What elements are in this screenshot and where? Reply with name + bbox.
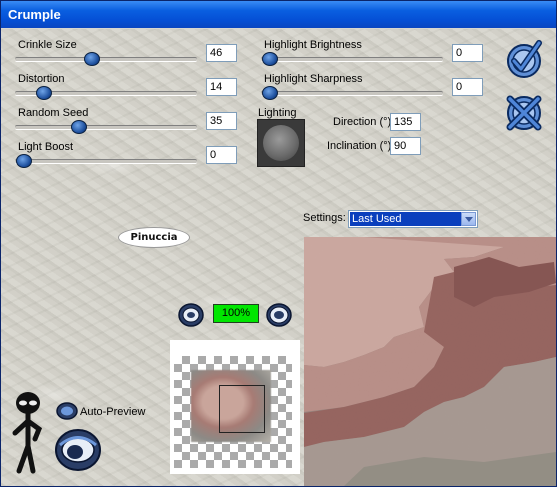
slider-thumb[interactable] <box>16 154 32 168</box>
distortion-field[interactable]: 14 <box>206 78 237 96</box>
large-preview-image[interactable] <box>304 237 556 486</box>
lighting-picker[interactable] <box>257 119 305 167</box>
transparency-checkerboard <box>174 356 292 468</box>
zoom-out-icon <box>178 303 204 327</box>
random-seed-field[interactable]: 35 <box>206 112 237 130</box>
inclination-field[interactable]: 90 <box>390 137 421 155</box>
slider-thumb[interactable] <box>262 86 278 100</box>
random-seed-slider[interactable] <box>15 120 197 134</box>
distortion-slider[interactable] <box>15 86 197 100</box>
highlight-sharpness-field[interactable]: 0 <box>452 78 483 96</box>
zoom-in-icon <box>266 303 292 327</box>
slider-thumb[interactable] <box>84 52 101 66</box>
eye-icon <box>55 429 101 471</box>
window-title: Crumple <box>8 7 61 22</box>
highlight-brightness-field[interactable]: 0 <box>452 44 483 62</box>
lighting-sphere <box>263 125 299 161</box>
direction-field[interactable]: 135 <box>390 113 421 131</box>
light-boost-field[interactable]: 0 <box>206 146 237 164</box>
zoom-in-button[interactable] <box>265 301 293 332</box>
crinkle-size-label: Crinkle Size <box>18 39 77 51</box>
highlight-sharpness-label: Highlight Sharpness <box>264 73 363 85</box>
light-boost-label: Light Boost <box>18 141 74 153</box>
toggle-icon <box>56 402 78 420</box>
crumple-dialog: Crumple Crinkle Size 46 Distortion 14 Ra… <box>0 0 557 487</box>
checkmark-icon <box>507 40 542 78</box>
preview-button[interactable] <box>53 425 103 478</box>
navigator-preview[interactable] <box>170 340 300 474</box>
chevron-down-icon[interactable] <box>461 212 476 226</box>
settings-dropdown[interactable]: Last Used <box>348 210 478 228</box>
navigator-view-rectangle[interactable] <box>219 385 265 433</box>
highlight-sharpness-slider[interactable] <box>261 86 443 100</box>
settings-label: Settings: <box>303 212 346 224</box>
slider-thumb[interactable] <box>262 52 278 66</box>
cancel-button[interactable] <box>504 93 544 133</box>
highlight-brightness-label: Highlight Brightness <box>264 39 362 51</box>
crinkle-size-slider[interactable] <box>15 52 197 66</box>
auto-preview-label: Auto-Preview <box>80 406 146 418</box>
auto-preview-toggle[interactable] <box>56 401 78 424</box>
preview-render <box>304 237 556 486</box>
zoom-out-button[interactable] <box>177 301 205 332</box>
title-bar: Crumple <box>1 1 556 28</box>
random-seed-label: Random Seed <box>18 107 89 119</box>
zoom-level: 100% <box>213 304 259 323</box>
distortion-label: Distortion <box>18 73 65 85</box>
light-boost-slider[interactable] <box>15 154 197 168</box>
x-cancel-icon <box>506 95 542 131</box>
settings-selected-value: Last Used <box>350 212 461 226</box>
highlight-brightness-slider[interactable] <box>261 52 443 66</box>
ok-button[interactable] <box>504 39 544 79</box>
direction-label: Direction (°) <box>333 116 392 128</box>
lighting-label: Lighting <box>258 107 297 119</box>
slider-thumb[interactable] <box>70 120 87 134</box>
crinkle-size-field[interactable]: 46 <box>206 44 237 62</box>
watermark-logo: Pinuccia <box>118 227 190 248</box>
inclination-label: Inclination (°) <box>327 140 392 152</box>
mascot-figure <box>9 391 47 478</box>
slider-thumb[interactable] <box>35 86 52 100</box>
alien-figure-icon <box>12 392 43 474</box>
